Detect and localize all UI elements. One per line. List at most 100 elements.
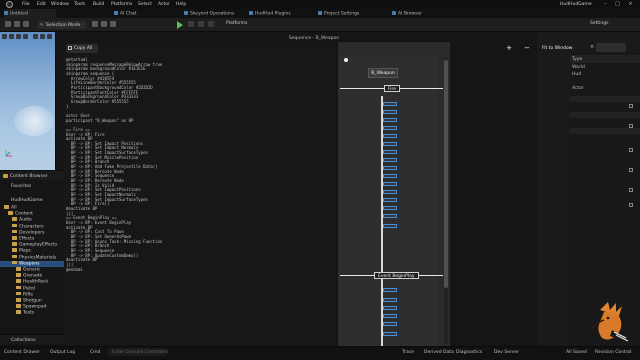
selection-mode-dropdown[interactable]: ↖ Selection Mode bbox=[38, 21, 86, 29]
folder-tree-item[interactable]: Audio bbox=[0, 217, 64, 223]
chat-icon bbox=[114, 11, 118, 15]
folder-label: Shotgun bbox=[23, 298, 42, 304]
play-icon[interactable] bbox=[177, 21, 183, 29]
settings-button[interactable]: Settings bbox=[590, 21, 608, 26]
folder-tree-item[interactable]: Spawnpad bbox=[0, 304, 64, 310]
menu-actor[interactable]: Actor bbox=[158, 2, 170, 7]
menu-help[interactable]: Help bbox=[176, 2, 186, 7]
maximize-icon[interactable]: □ bbox=[614, 1, 621, 8]
self-message-arrow bbox=[383, 158, 397, 162]
folder-tree-item[interactable]: HealthPack bbox=[0, 279, 64, 285]
browse-icon[interactable] bbox=[14, 21, 20, 27]
menu-window[interactable]: Window bbox=[51, 2, 69, 7]
folder-icon bbox=[16, 304, 21, 308]
perspective-icon[interactable] bbox=[9, 34, 14, 39]
project-name: HudHudGame bbox=[560, 2, 592, 7]
self-message-arrow bbox=[383, 198, 397, 202]
folder-icon bbox=[12, 217, 17, 221]
platforms-button[interactable]: Platforms bbox=[226, 21, 247, 26]
options-icon[interactable] bbox=[208, 21, 214, 27]
tab-project-settings[interactable]: Project Settings bbox=[318, 9, 359, 18]
step-icon[interactable] bbox=[188, 21, 194, 27]
panel-options-box[interactable] bbox=[596, 43, 626, 52]
minimize-icon[interactable]: – bbox=[602, 1, 609, 8]
checkbox-icon[interactable] bbox=[629, 148, 633, 152]
plantuml-source[interactable]: @startuml skinparam responseMessageBelow… bbox=[66, 57, 334, 272]
cursor-icon: ↖ bbox=[40, 22, 44, 28]
tab-untitled[interactable]: Untitled bbox=[4, 9, 56, 18]
revision-control-button[interactable]: Revision Control bbox=[595, 350, 632, 355]
checkbox-icon[interactable] bbox=[629, 104, 633, 108]
menu-platforms[interactable]: Platforms bbox=[111, 2, 132, 7]
folder-tree-item[interactable]: Grenade bbox=[0, 273, 64, 279]
derived-data-button[interactable]: Derived Data bbox=[424, 350, 454, 355]
folder-tree-item[interactable]: Shotgun bbox=[0, 298, 64, 304]
stop-icon[interactable] bbox=[198, 21, 204, 27]
folder-tree-item[interactable]: Weapons bbox=[0, 260, 64, 267]
details-type-label: Type bbox=[572, 57, 583, 62]
folder-label: Maps bbox=[19, 248, 31, 254]
checkbox-icon[interactable] bbox=[629, 188, 633, 192]
tab-ai-chat[interactable]: AI Chat bbox=[114, 9, 136, 18]
folder-tree-item[interactable]: Tests bbox=[0, 310, 64, 316]
folder-tree-item[interactable]: Developers bbox=[0, 229, 64, 236]
diagnostics-button[interactable]: Diagnostics bbox=[456, 350, 482, 355]
checkbox-icon[interactable] bbox=[629, 168, 633, 172]
folder-tree-item[interactable]: Effects bbox=[0, 236, 64, 242]
collections-header[interactable]: Collections bbox=[0, 334, 64, 344]
section-fire-label: Fire bbox=[384, 85, 401, 92]
content-icon[interactable] bbox=[23, 21, 29, 27]
folder-tree-item[interactable]: Characters bbox=[0, 223, 64, 230]
content-browser-header[interactable]: Content Browser bbox=[0, 170, 64, 180]
viewport-menu-icon[interactable] bbox=[2, 34, 7, 39]
cinematics-icon[interactable] bbox=[110, 21, 116, 27]
zoom-out-button[interactable]: − bbox=[523, 44, 531, 52]
folder-tree-item[interactable]: Maps bbox=[0, 248, 64, 254]
checkbox-icon[interactable] bbox=[629, 203, 633, 207]
output-log-button[interactable]: Output Log bbox=[50, 350, 75, 355]
content-drawer-button[interactable]: Content Drawer bbox=[4, 350, 40, 355]
checkbox-icon[interactable] bbox=[629, 124, 633, 128]
add-actor-icon[interactable] bbox=[92, 21, 98, 27]
dev-server-button[interactable]: Dev Server bbox=[494, 350, 519, 355]
tab-skeyord-operations[interactable]: Skeyord Operations bbox=[184, 9, 234, 18]
tab-hudhud-plugins[interactable]: HudHud Plugins bbox=[249, 9, 291, 18]
menu-file[interactable]: File bbox=[22, 2, 30, 7]
zoom-in-button[interactable]: + bbox=[505, 44, 513, 52]
sequence-scrollbar-thumb[interactable] bbox=[444, 60, 448, 288]
blueprint-icon[interactable] bbox=[101, 21, 107, 27]
cmd-dropdown[interactable]: Cmd bbox=[90, 350, 100, 355]
menu-select[interactable]: Select bbox=[138, 2, 152, 7]
folder-tree-item[interactable]: Content bbox=[0, 211, 64, 217]
folder-tree-item[interactable]: PhysicsMaterials bbox=[0, 254, 64, 261]
copy-all-button[interactable]: Copy All bbox=[66, 44, 98, 53]
all-saved-indicator[interactable]: All Saved bbox=[566, 350, 587, 355]
trace-button[interactable]: Trace bbox=[402, 350, 414, 355]
folder-tree-item[interactable]: All bbox=[0, 205, 64, 211]
close-icon[interactable]: × bbox=[627, 1, 634, 8]
grid-snap-icon[interactable] bbox=[33, 34, 38, 39]
folder-tree-item[interactable]: GameplayEffects bbox=[0, 242, 64, 248]
folder-tree-item[interactable]: Pistol bbox=[0, 285, 64, 292]
level-viewport[interactable] bbox=[0, 32, 56, 170]
unreal-logo-icon[interactable] bbox=[6, 1, 13, 8]
camera-speed-icon[interactable] bbox=[47, 34, 52, 39]
favorites-header[interactable]: Favorites bbox=[0, 182, 64, 191]
details-row bbox=[570, 112, 640, 118]
rotation-snap-icon[interactable] bbox=[40, 34, 45, 39]
menu-edit[interactable]: Edit bbox=[37, 2, 46, 7]
lit-icon[interactable] bbox=[16, 34, 21, 39]
folder-tree-item[interactable]: Rifle bbox=[0, 291, 64, 298]
tab-ai-browser[interactable]: AI Browser bbox=[392, 9, 422, 18]
axis-gizmo-icon bbox=[5, 150, 12, 157]
menu-build[interactable]: Build bbox=[93, 2, 104, 7]
save-icon[interactable] bbox=[5, 21, 11, 27]
details-row bbox=[570, 128, 640, 134]
show-icon[interactable] bbox=[23, 34, 28, 39]
project-root-header[interactable]: HudHudGame bbox=[0, 196, 64, 205]
main-toolbar: ↖ Selection Mode Platforms Settings bbox=[0, 18, 640, 32]
folder-label: Rifle bbox=[23, 292, 33, 298]
folder-tree-item[interactable]: Generic bbox=[0, 267, 64, 273]
menu-tools[interactable]: Tools bbox=[74, 2, 85, 7]
tab-label: HudHud Plugins bbox=[255, 11, 291, 17]
